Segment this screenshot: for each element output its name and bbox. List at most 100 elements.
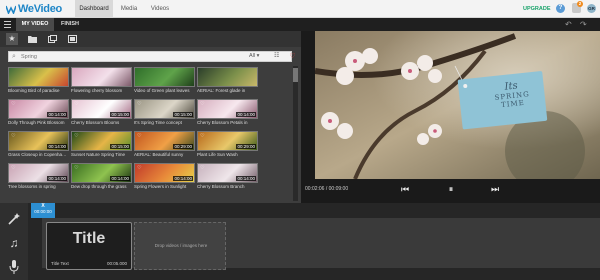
menu-icon[interactable] (4, 21, 11, 28)
media-clip[interactable]: ♡ 00:14:00 Cherry Blossom Branch (197, 163, 258, 190)
clip-duration: 00:15:00 (173, 112, 193, 117)
chevron-down-icon: ▾ (256, 53, 260, 59)
drop-zone-hint: Drop videos / images here (154, 243, 208, 248)
skip-forward-icon[interactable]: ⏭ (490, 184, 500, 194)
timeline-side-tools: ♫ (0, 203, 28, 280)
media-clip[interactable]: ♡ 00:14:00 Tree blossoms in spring (8, 163, 69, 190)
media-clip[interactable]: ♡ 00:15:00 Cherry Blossom Blooms (71, 99, 132, 126)
stock-media-icon[interactable] (46, 33, 58, 45)
clip-thumbnail: ♡ 00:15:00 (71, 99, 132, 119)
top-nav: WeVideo Dashboard Media Videos UPGRADE ?… (0, 0, 600, 18)
clip-thumbnail: ♡ 00:14:00 (71, 163, 132, 183)
clip-thumbnail: ♡ 00:14:00 (8, 131, 69, 151)
favorite-heart-icon[interactable]: ♡ (74, 165, 78, 171)
tab-videos[interactable]: Videos (145, 0, 175, 18)
clip-duration: 00:14:00 (47, 144, 67, 149)
help-icon[interactable]: ? (556, 4, 565, 13)
favorite-heart-icon[interactable]: ♡ (74, 133, 78, 139)
library-tool-row: ★ (0, 31, 301, 47)
clip-thumbnail: ♡ 00:29:00 (134, 131, 195, 151)
magic-wand-icon[interactable] (7, 212, 21, 226)
logo-text: WeVideo (18, 3, 62, 15)
title-clip-duration: 00:05.000 (106, 261, 127, 266)
title-clip-label: Title Text (51, 261, 69, 266)
clip-title: Video of Green plant leaves (134, 88, 190, 93)
media-clip[interactable]: Blooming Bird of paradise (8, 67, 69, 94)
tab-media[interactable]: Media (113, 0, 145, 18)
favorites-star-icon[interactable]: ★ (6, 33, 18, 45)
clip-duration: 00:15:00 (110, 112, 130, 117)
app-root: WeVideo Dashboard Media Videos UPGRADE ?… (0, 0, 600, 280)
redo-icon[interactable]: ↷ (580, 20, 587, 29)
media-clip[interactable]: ♡ 00:14:00 Dolly Through Pink Blossom (8, 99, 69, 126)
video-preview[interactable]: Its SPRING TIME (315, 31, 600, 179)
favorite-heart-icon[interactable]: ♡ (11, 165, 15, 171)
clip-title: It's Spring Time concept (134, 120, 182, 125)
media-clip[interactable]: ♡ 00:14:00 Spring Flowers in Sunlight (134, 163, 195, 190)
grid-view-icon[interactable]: ☷ (274, 53, 279, 60)
media-clip[interactable]: ♡ 00:29:00 Plant Life Sun Wash (197, 131, 258, 158)
tab-finish[interactable]: FINISH (56, 18, 84, 31)
preview-panel: ⋮ (301, 31, 600, 203)
clip-duration: 00:15:00 (110, 144, 130, 149)
filter-value: All (249, 53, 256, 59)
user-avatar[interactable]: GR (587, 4, 596, 13)
clip-duration: 00:29:00 (173, 144, 193, 149)
clip-thumbnail (197, 67, 258, 87)
title-clip[interactable]: Title Title Text 00:05.000 (46, 222, 132, 270)
playhead-marker[interactable]: X 00:00:00 (31, 203, 55, 218)
clip-title: Sunset Nature Spring Time (71, 152, 126, 157)
title-clip-preview: Title (72, 230, 106, 247)
favorites-heart-icon[interactable]: ♡ (288, 52, 297, 61)
clip-duration: 00:14:00 (236, 176, 256, 181)
upgrade-link[interactable]: UPGRADE (523, 0, 551, 18)
clip-title: Dew drop through the grass (71, 184, 127, 189)
favorite-heart-icon[interactable]: ♡ (11, 101, 15, 107)
timeline-area: ♫ X 00:00:00 Title Title Text 00:05.000 … (0, 203, 600, 280)
preview-frame (315, 31, 600, 179)
favorite-heart-icon[interactable]: ♡ (74, 101, 78, 107)
clip-duration: 00:14:00 (47, 176, 67, 181)
clip-title: Flowering cherry blossom (71, 88, 123, 93)
library-scrollbar[interactable] (293, 66, 298, 201)
media-clip[interactable]: ♡ 00:29:00 AERIAL: Beautiful sunny (134, 131, 195, 158)
tab-dashboard[interactable]: Dashboard (75, 0, 113, 18)
media-clip[interactable]: ♡ 00:15:00 It's Spring Time concept (134, 99, 195, 126)
clip-title: Dolly Through Pink Blossom (8, 120, 65, 125)
favorite-heart-icon[interactable]: ♡ (137, 133, 141, 139)
media-clip[interactable]: ♡ 00:14:00 Cherry Blossom Petals in (197, 99, 258, 126)
wevideo-logo-icon (6, 5, 16, 14)
media-clip[interactable]: ♡ 00:14:00 Grass Closeup in Copenhagen (8, 131, 69, 158)
logo[interactable]: WeVideo (6, 3, 62, 15)
clip-title: Spring Flowers in Sunlight (134, 184, 187, 189)
favorite-heart-icon[interactable]: ♡ (137, 165, 141, 171)
undo-icon[interactable]: ↶ (565, 20, 572, 29)
templates-icon[interactable] (66, 33, 78, 45)
timecode-readout: 00:02:06 / 00:09:00 (305, 186, 349, 192)
clip-title: Tree blossoms in spring (8, 184, 56, 189)
pause-icon[interactable]: ⏸ (446, 184, 456, 194)
tab-my-video[interactable]: MY VIDEO (16, 18, 54, 31)
media-library-panel: ★ ⌕ All ▾ ☷ ♡ Blooming Bird of paradise F… (0, 31, 301, 203)
favorite-heart-icon[interactable]: ♡ (11, 133, 15, 139)
scroll-thumb[interactable] (293, 68, 298, 82)
search-input[interactable] (21, 52, 221, 61)
clip-thumbnail (8, 67, 69, 87)
skip-back-icon[interactable]: ⏮ (400, 184, 410, 194)
favorite-heart-icon[interactable]: ♡ (200, 165, 204, 171)
favorite-heart-icon[interactable]: ♡ (200, 133, 204, 139)
clip-thumbnail: ♡ 00:14:00 (8, 99, 69, 119)
music-note-icon[interactable]: ♫ (7, 236, 21, 250)
microphone-icon[interactable] (7, 260, 21, 274)
media-clip[interactable]: ♡ 00:15:00 Sunset Nature Spring Time (71, 131, 132, 158)
folder-icon[interactable] (26, 33, 38, 45)
media-clip[interactable]: Flowering cherry blossom (71, 67, 132, 94)
media-clip[interactable]: AERIAL: Forest glade in (197, 67, 258, 94)
media-clip[interactable]: Video of Green plant leaves (134, 67, 195, 94)
media-clip[interactable]: ♡ 00:14:00 Dew drop through the grass (71, 163, 132, 190)
clip-duration: 00:29:00 (236, 144, 256, 149)
favorite-heart-icon[interactable]: ♡ (137, 101, 141, 107)
media-drop-zone[interactable]: Drop videos / images here (134, 222, 226, 270)
filter-dropdown[interactable]: All ▾ (249, 52, 259, 61)
favorite-heart-icon[interactable]: ♡ (200, 101, 204, 107)
